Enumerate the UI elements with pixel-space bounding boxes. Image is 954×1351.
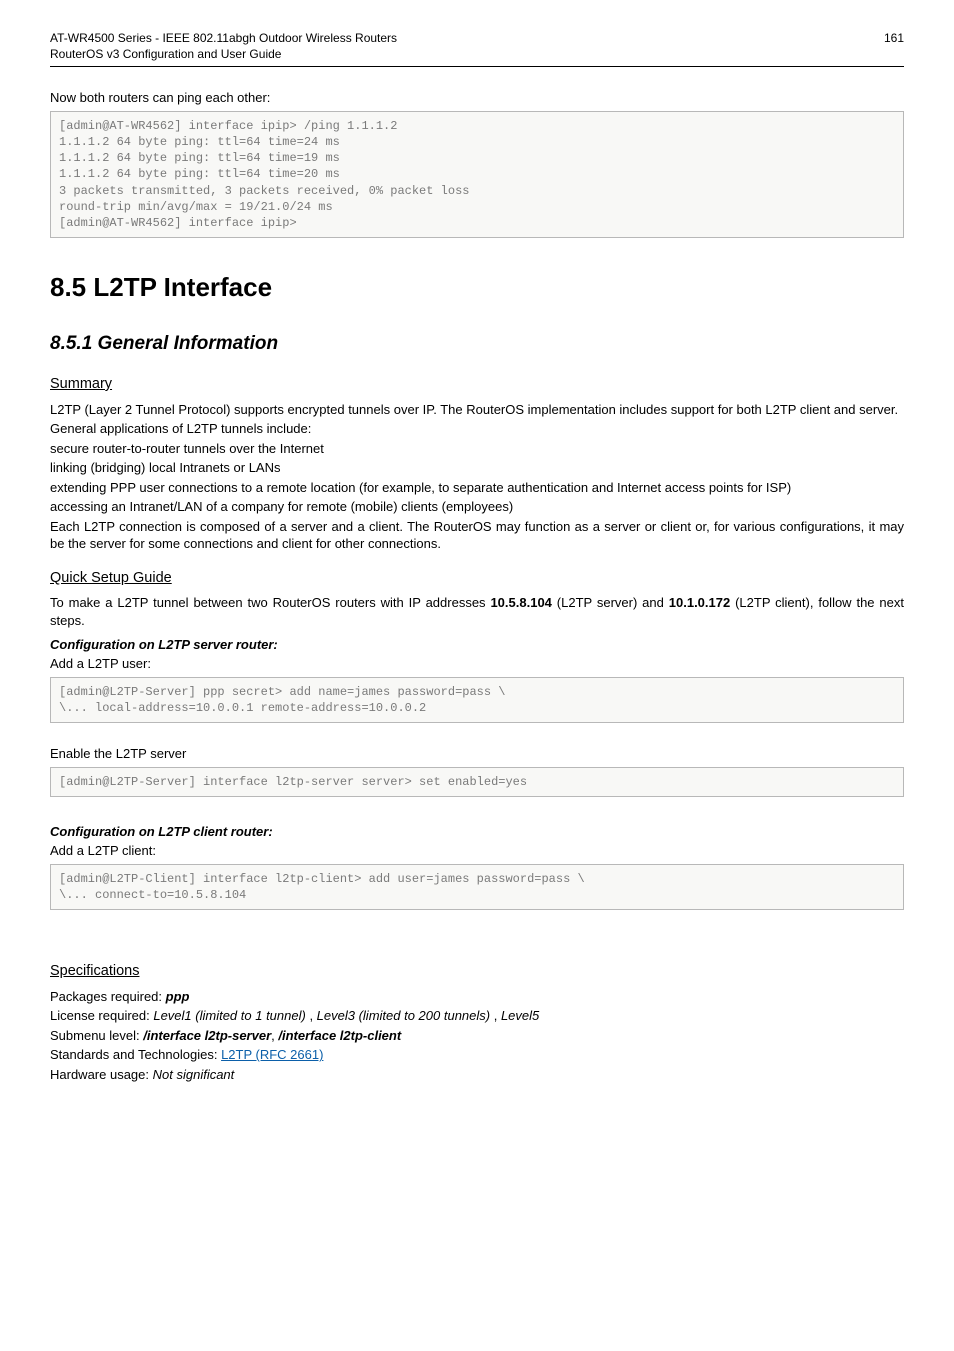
code-block-ping: [admin@AT-WR4562] interface ipip> /ping … — [50, 111, 904, 238]
summary-p5: extending PPP user connections to a remo… — [50, 479, 904, 497]
lic-label: License required: — [50, 1008, 153, 1023]
summary-heading: Summary — [50, 375, 904, 395]
enable-server-line: Enable the L2TP server — [50, 745, 904, 763]
ip-server: 10.5.8.104 — [490, 595, 551, 610]
hw-value: Not significant — [153, 1067, 235, 1082]
pkg-label: Packages required: — [50, 989, 166, 1004]
server-config-heading: Configuration on L2TP server router: — [50, 636, 904, 654]
spec-submenu: Submenu level: /interface l2tp-server, /… — [50, 1027, 904, 1045]
code-block-add-user: [admin@L2TP-Server] ppp secret> add name… — [50, 677, 904, 723]
summary-p7: Each L2TP connection is composed of a se… — [50, 518, 904, 553]
summary-p3: secure router-to-router tunnels over the… — [50, 440, 904, 458]
code-block-add-client: [admin@L2TP-Client] interface l2tp-clien… — [50, 864, 904, 910]
spec-hardware: Hardware usage: Not significant — [50, 1066, 904, 1084]
std-label: Standards and Technologies: — [50, 1047, 221, 1062]
specifications-heading: Specifications — [50, 962, 904, 982]
pkg-value: ppp — [166, 989, 190, 1004]
intro-line: Now both routers can ping each other: — [50, 89, 904, 107]
quick-intro-pre: To make a L2TP tunnel between two Router… — [50, 595, 490, 610]
ip-client: 10.1.0.172 — [669, 595, 730, 610]
header-line-1: AT-WR4500 Series - IEEE 802.11abgh Outdo… — [50, 30, 397, 46]
section-heading-l2tp: 8.5 L2TP Interface — [50, 270, 904, 305]
sub-label: Submenu level: — [50, 1028, 143, 1043]
rfc-link[interactable]: L2TP (RFC 2661) — [221, 1047, 323, 1062]
header-rule — [50, 66, 904, 67]
quick-intro-mid1: (L2TP server) and — [552, 595, 669, 610]
sub-b: /interface l2tp-client — [278, 1028, 401, 1043]
spec-packages: Packages required: ppp — [50, 988, 904, 1006]
quick-intro: To make a L2TP tunnel between two Router… — [50, 594, 904, 629]
add-client-line: Add a L2TP client: — [50, 842, 904, 860]
hw-label: Hardware usage: — [50, 1067, 153, 1082]
summary-p2: General applications of L2TP tunnels inc… — [50, 420, 904, 438]
code-block-enable-server: [admin@L2TP-Server] interface l2tp-serve… — [50, 767, 904, 797]
summary-p4: linking (bridging) local Intranets or LA… — [50, 459, 904, 477]
summary-p6: accessing an Intranet/LAN of a company f… — [50, 498, 904, 516]
lic-c: Level5 — [501, 1008, 539, 1023]
header-title: AT-WR4500 Series - IEEE 802.11abgh Outdo… — [50, 30, 397, 62]
header-line-2: RouterOS v3 Configuration and User Guide — [50, 46, 397, 62]
sub-a: /interface l2tp-server — [143, 1028, 271, 1043]
lic-a: Level1 (limited to 1 tunnel) — [153, 1008, 305, 1023]
page-header: AT-WR4500 Series - IEEE 802.11abgh Outdo… — [50, 30, 904, 62]
subsection-heading-general: 8.5.1 General Information — [50, 331, 904, 357]
lic-b: Level3 (limited to 200 tunnels) — [317, 1008, 490, 1023]
spec-license: License required: Level1 (limited to 1 t… — [50, 1007, 904, 1025]
client-config-heading: Configuration on L2TP client router: — [50, 823, 904, 841]
spec-standards: Standards and Technologies: L2TP (RFC 26… — [50, 1046, 904, 1064]
page-number: 161 — [884, 30, 904, 62]
summary-p1: L2TP (Layer 2 Tunnel Protocol) supports … — [50, 401, 904, 419]
add-user-line: Add a L2TP user: — [50, 655, 904, 673]
quick-setup-heading: Quick Setup Guide — [50, 569, 904, 589]
summary-body: L2TP (Layer 2 Tunnel Protocol) supports … — [50, 401, 904, 553]
